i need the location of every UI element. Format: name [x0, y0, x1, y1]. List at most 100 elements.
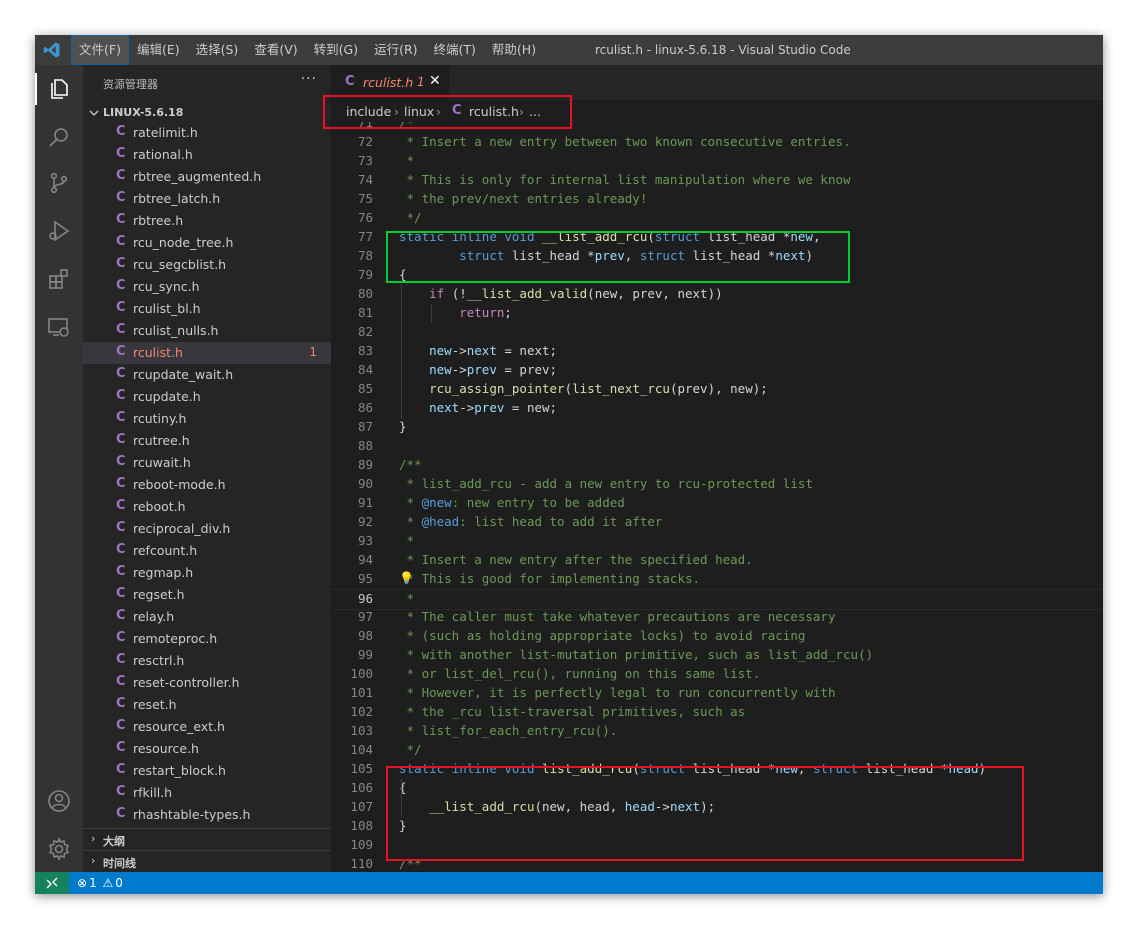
code-token: ): [978, 761, 987, 776]
file-item[interactable]: Creset-controller.h: [83, 672, 331, 694]
code-line: 78 struct list_head *prev, struct list_h…: [331, 247, 1103, 266]
file-item[interactable]: Crcupdate.h: [83, 386, 331, 408]
code-line: 82: [331, 323, 1103, 342]
remote-explorer-icon[interactable]: [47, 315, 71, 339]
close-icon[interactable]: ✕: [429, 73, 441, 89]
breadcrumb-file[interactable]: rculist.h: [469, 104, 519, 119]
explorer-icon[interactable]: [47, 77, 71, 101]
file-item[interactable]: Creciprocal_div.h: [83, 518, 331, 540]
menu-item-3[interactable]: 查看(V): [246, 35, 305, 65]
file-item[interactable]: Crculist_nulls.h: [83, 320, 331, 342]
file-name: regset.h: [133, 587, 185, 602]
more-actions-icon[interactable]: ···: [301, 71, 317, 87]
file-item[interactable]: Crculist.h 1: [83, 342, 331, 364]
file-item[interactable]: Crestart_block.h: [83, 760, 331, 782]
file-item[interactable]: Cremoteproc.h: [83, 628, 331, 650]
breadcrumb-symbols[interactable]: ...: [529, 104, 541, 119]
file-item[interactable]: Crbtree.h: [83, 210, 331, 232]
menu-item-5[interactable]: 运行(R): [366, 35, 425, 65]
outline-section[interactable]: › 大纲: [83, 828, 331, 851]
code-editor[interactable]: 71 /* 72 * Insert a new entry between two …: [331, 122, 1103, 872]
code-token: inline: [451, 229, 497, 244]
code-token: (!: [444, 286, 467, 301]
file-item[interactable]: Crbtree_augmented.h: [83, 166, 331, 188]
workspace-folder-header[interactable]: LINUX-5.6.18: [83, 102, 331, 124]
code-text: *: [399, 591, 415, 606]
c-file-icon: C: [116, 608, 126, 623]
file-item[interactable]: Crhashtable-types.h: [83, 804, 331, 826]
file-item[interactable]: Crelay.h: [83, 606, 331, 628]
menu-item-0[interactable]: 文件(F): [71, 35, 129, 65]
file-name: resource.h: [133, 741, 199, 756]
settings-gear-icon[interactable]: [47, 837, 71, 861]
menu-item-2[interactable]: 选择(S): [188, 35, 247, 65]
breadcrumb-linux[interactable]: linux: [404, 104, 434, 119]
code-token: void: [504, 761, 535, 776]
file-name: rhashtable-types.h: [133, 807, 251, 822]
code-line: 102 * the _rcu list-traversal primitives…: [331, 703, 1103, 722]
problems-indicator[interactable]: ⊗ 1 ⚠ 0: [77, 876, 125, 890]
run-debug-icon[interactable]: [47, 219, 71, 243]
file-name: rculist.h: [133, 345, 183, 360]
code-token: head: [948, 761, 979, 776]
c-file-icon: C: [116, 784, 126, 799]
line-number: 76: [357, 210, 373, 225]
file-item[interactable]: Crculist_bl.h: [83, 298, 331, 320]
code-token: static: [399, 761, 445, 776]
file-item[interactable]: Crcutree.h: [83, 430, 331, 452]
code-token: __list_add_rcu: [542, 229, 648, 244]
line-number: 93: [357, 533, 373, 548]
file-item[interactable]: Cratelimit.h: [83, 124, 331, 144]
accounts-icon[interactable]: [47, 789, 71, 813]
menu-item-6[interactable]: 终端(T): [426, 35, 484, 65]
code-line: 90 * list_add_rcu - add a new entry to r…: [331, 475, 1103, 494]
file-item[interactable]: Cregmap.h: [83, 562, 331, 584]
file-item[interactable]: Crcu_node_tree.h: [83, 232, 331, 254]
code-token: prev: [474, 400, 505, 415]
file-item[interactable]: Crational.h: [83, 144, 331, 166]
extensions-icon[interactable]: [47, 267, 71, 291]
search-icon[interactable]: [47, 125, 71, 149]
source-control-icon[interactable]: [47, 171, 71, 195]
file-item[interactable]: Crcuwait.h: [83, 452, 331, 474]
code-line: 105 static inline void list_add_rcu(struc…: [331, 760, 1103, 779]
menu-bar: 文件(F) 编辑(E) 选择(S) 查看(V) 转到(G) 运行(R) 终端(T) 帮助(H): [71, 35, 544, 65]
file-item[interactable]: Creboot-mode.h: [83, 474, 331, 496]
status-bar: ⊗ 1 ⚠ 0: [35, 872, 1103, 894]
menu-item-1[interactable]: 编辑(E): [129, 35, 188, 65]
file-item[interactable]: Cregset.h: [83, 584, 331, 606]
file-item[interactable]: Cresource_ext.h: [83, 716, 331, 738]
file-item[interactable]: Creset.h: [83, 694, 331, 716]
file-item[interactable]: Crefcount.h: [83, 540, 331, 562]
file-item[interactable]: Crcutiny.h: [83, 408, 331, 430]
code-token: head: [624, 799, 655, 814]
file-item[interactable]: Crfkill.h: [83, 782, 331, 804]
file-item[interactable]: Crcu_sync.h: [83, 276, 331, 298]
tab-rculist[interactable]: C rculist.h 1 ✕: [331, 65, 449, 100]
file-item[interactable]: Cresource.h: [83, 738, 331, 760]
code-line: 108}: [331, 817, 1103, 836]
explorer-title: 资源管理器: [103, 78, 158, 91]
code-token: ,: [812, 229, 821, 244]
code-token: new: [429, 362, 452, 377]
file-item[interactable]: Creboot.h: [83, 496, 331, 518]
code-token: * The caller must take whatever precauti…: [399, 609, 836, 624]
code-token: *: [399, 153, 415, 168]
code-line: 86 next->prev = new;: [331, 399, 1103, 418]
menu-item-4[interactable]: 转到(G): [306, 35, 366, 65]
file-item[interactable]: Cresctrl.h: [83, 650, 331, 672]
remote-indicator[interactable]: [35, 872, 69, 894]
file-item[interactable]: Crcupdate_wait.h: [83, 364, 331, 386]
file-item[interactable]: Crcu_segcblist.h: [83, 254, 331, 276]
code-text: *: [399, 533, 415, 548]
lightbulb-icon[interactable]: 💡: [399, 571, 414, 585]
timeline-section[interactable]: › 时间线: [83, 850, 331, 873]
file-item[interactable]: Crbtree_latch.h: [83, 188, 331, 210]
breadcrumb-include[interactable]: include: [346, 104, 391, 119]
line-number: 87: [357, 419, 373, 434]
c-file-icon: C: [116, 168, 126, 183]
line-number: 108: [350, 818, 373, 833]
explorer-sidebar: 资源管理器 ··· LINUX-5.6.18 Cratelimit.h Crati…: [83, 65, 331, 873]
code-token: * This is only for internal list manipul…: [399, 172, 851, 187]
menu-item-7[interactable]: 帮助(H): [484, 35, 544, 65]
